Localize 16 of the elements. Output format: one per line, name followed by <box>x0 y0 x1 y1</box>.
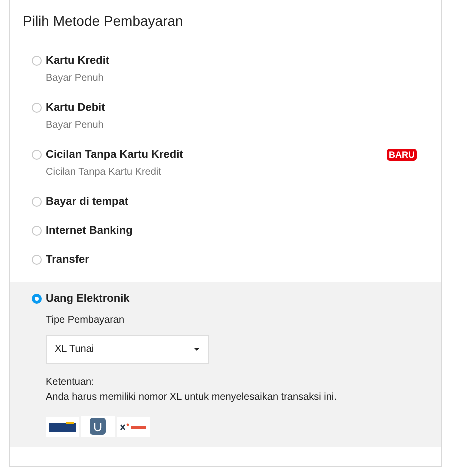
method-label[interactable]: Kartu Debit <box>46 101 106 115</box>
method-label[interactable]: Transfer <box>46 253 90 267</box>
method-label[interactable]: Kartu Kredit <box>46 54 110 68</box>
section-title: Pilih Metode Pembayaran <box>22 12 184 31</box>
method-description: Cicilan Tanpa Kartu Kredit <box>46 166 162 180</box>
method-label[interactable]: Bayar di tempat <box>46 195 129 209</box>
method-label[interactable]: Cicilan Tanpa Kartu Kredit <box>46 148 184 162</box>
terms-title: Ketentuan: <box>46 376 94 390</box>
method-label[interactable]: Internet Banking <box>46 224 133 238</box>
method-description: Bayar Penuh <box>46 119 104 133</box>
method-label[interactable]: Uang Elektronik <box>46 292 130 306</box>
method-description: Bayar Penuh <box>46 72 104 86</box>
payment-type-dropdown[interactable]: XL Tunai <box>46 335 209 364</box>
terms-text: Anda harus memiliki nomor XL untuk menyelesaikan transaksi ini. <box>46 391 337 405</box>
new-badge: BARU <box>387 149 417 161</box>
field-label: Tipe Pembayaran <box>46 314 125 328</box>
